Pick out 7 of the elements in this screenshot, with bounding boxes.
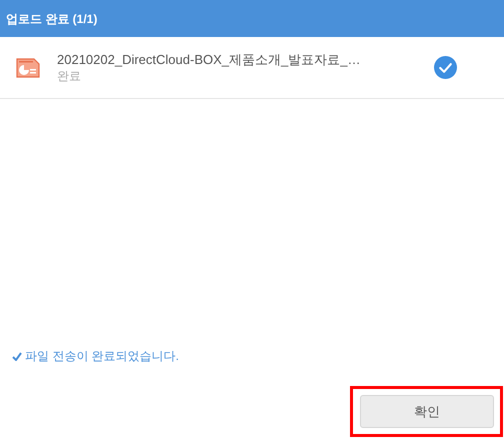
file-name: 20210202_DirectCloud-BOX_제품소개_발표자료_… xyxy=(57,51,362,68)
presentation-file-icon xyxy=(16,58,40,78)
completion-message: 파일 전송이 완료되었습니다. xyxy=(25,348,180,365)
check-icon xyxy=(12,352,22,360)
upload-status: 완료 xyxy=(57,68,82,84)
confirm-button[interactable]: 확인 xyxy=(360,395,494,428)
dialog-title: 업로드 완료 (1/1) xyxy=(6,10,98,28)
